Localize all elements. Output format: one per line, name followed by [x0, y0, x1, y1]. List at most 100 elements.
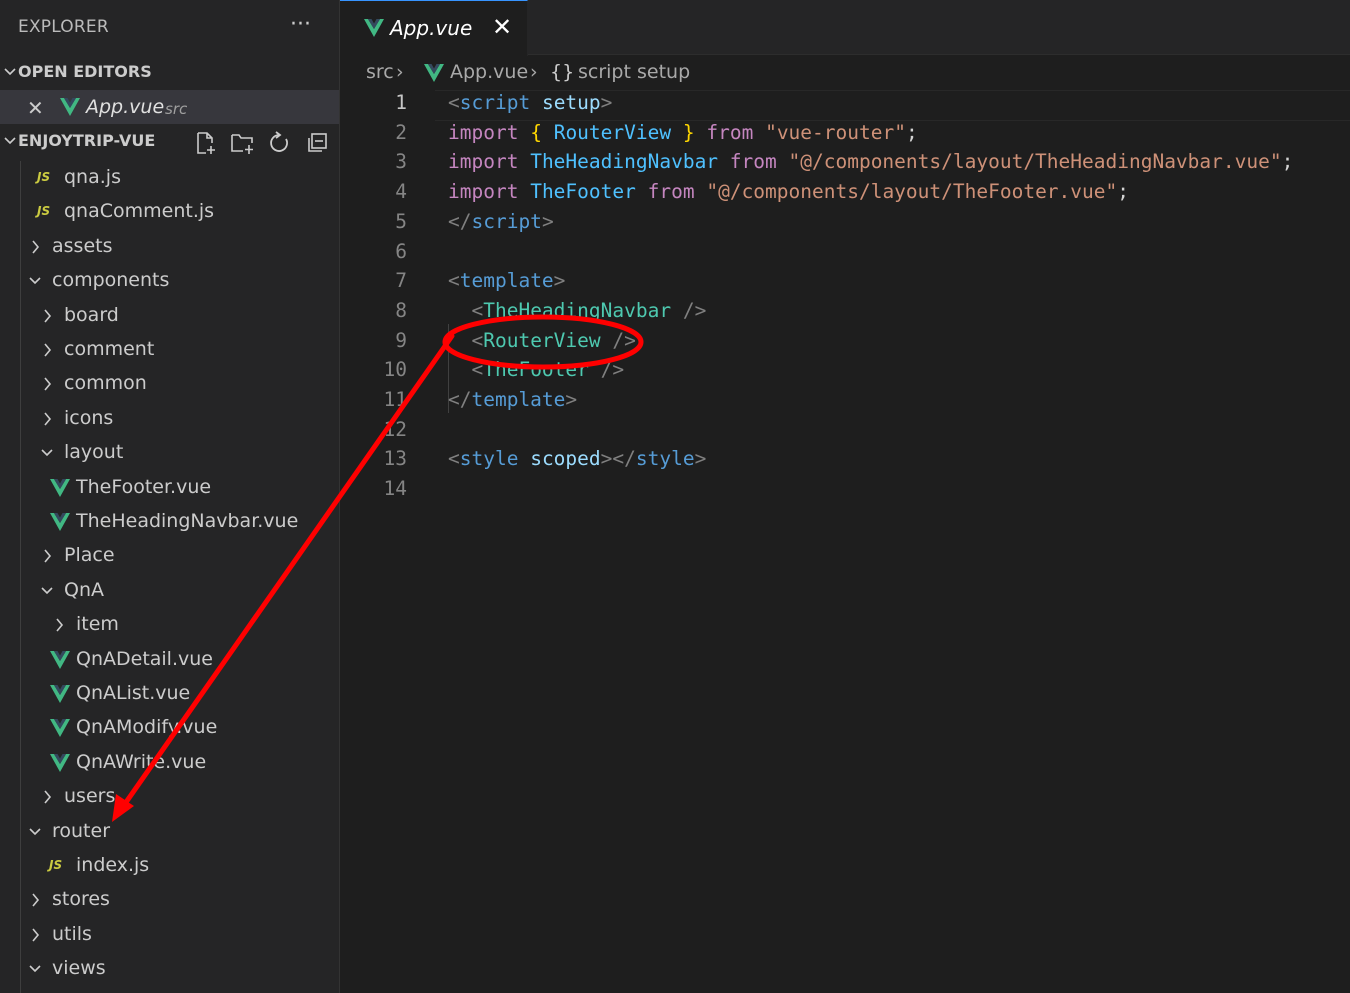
code-line: 6 — [340, 237, 1350, 267]
code-text: </script> — [448, 209, 554, 233]
braces-icon: {} — [550, 61, 575, 83]
code-text: import TheHeadingNavbar from "@/componen… — [448, 150, 1294, 174]
line-number: 14 — [383, 477, 407, 501]
line-number: 11 — [383, 388, 407, 411]
project-label: ENJOYTRIP-VUE — [18, 131, 156, 150]
vue-file-icon — [60, 98, 80, 116]
tab-app-vue[interactable]: App.vue ✕ — [340, 0, 528, 56]
new-file-icon[interactable] — [193, 131, 219, 155]
line-number: 5 — [395, 209, 407, 233]
code-line: 8 <TheHeadingNavbar /> — [340, 296, 1350, 326]
line-number: 7 — [395, 269, 407, 293]
refresh-icon[interactable] — [267, 131, 293, 155]
tree-item-item[interactable]: item — [0, 608, 339, 642]
code-line: 9 <RouterView /> — [340, 326, 1350, 356]
chevron-down-icon — [41, 449, 53, 457]
code-line: 5 </script> — [340, 207, 1350, 237]
breadcrumb-file[interactable]: App.vue — [450, 61, 528, 83]
chevron-right-icon — [32, 928, 40, 942]
chevron-right-icon — [32, 240, 40, 254]
code-text: </template> — [448, 388, 578, 411]
tree-item-label: QnA — [64, 578, 104, 601]
line-number: 13 — [383, 447, 407, 471]
tree-item-common[interactable]: common — [0, 367, 339, 401]
tree-item-views[interactable]: views — [0, 952, 339, 986]
tree-item-label: icons — [64, 406, 114, 429]
open-editor-dir: src — [165, 100, 188, 118]
chevron-right-icon — [44, 412, 52, 426]
tree-item-index-js[interactable]: JS index.js — [0, 849, 339, 883]
tree-item-theheadingnavbar-vue[interactable]: TheHeadingNavbar.vue — [0, 505, 339, 539]
tree-item-label: views — [52, 957, 106, 980]
new-folder-icon[interactable] — [230, 131, 256, 155]
tree-item-label: TheFooter.vue — [76, 475, 212, 498]
code-editor[interactable]: 1 <script setup> 2 import { RouterView } fr… — [340, 88, 1350, 993]
tree-item-label: stores — [52, 888, 110, 911]
vue-file-icon — [364, 19, 384, 37]
tree-item-qnawrite-vue[interactable]: QnAWrite.vue — [0, 746, 339, 780]
tree-item-place[interactable]: Place — [0, 539, 339, 573]
tree-item-thefooter-vue[interactable]: TheFooter.vue — [0, 471, 339, 505]
chevron-down-icon — [4, 137, 16, 145]
code-text: <TheFooter /> — [471, 358, 625, 382]
breadcrumb-folder[interactable]: src — [366, 61, 394, 83]
tree-item-users[interactable]: users — [0, 780, 339, 814]
tree-item-label: Place — [64, 544, 115, 567]
code-line: 13 <style scoped></style> — [340, 444, 1350, 474]
tree-item-label: comment — [64, 338, 155, 360]
tree-item-label: router — [52, 819, 111, 842]
code-text: import { RouterView } from "vue-router"; — [448, 120, 918, 144]
collapse-all-icon[interactable] — [305, 131, 331, 155]
breadcrumb: src › App.vue › {} script setup — [340, 58, 1350, 88]
tree-item-board[interactable]: board — [0, 299, 339, 333]
tree-item-qnalist-vue[interactable]: QnAList.vue — [0, 677, 339, 711]
vscode-window: EXPLORER ··· OPEN EDITORS ✕ App.vue src … — [0, 0, 1350, 993]
line-number: 9 — [395, 328, 407, 352]
tree-item-qnacomment-js[interactable]: JS qnaComment.js — [0, 195, 339, 229]
tree-item-qna-js[interactable]: JS qna.js — [0, 161, 339, 195]
tree-item-label: qnaComment.js — [64, 200, 215, 223]
tree-item-label: layout — [64, 441, 124, 464]
editor-pane: App.vue ✕ src › App.vue › {} script setu… — [340, 0, 1350, 993]
tree-item-assets[interactable]: assets — [0, 230, 339, 264]
js-file-icon: JS — [37, 170, 51, 184]
breadcrumb-symbol[interactable]: script setup — [578, 61, 690, 83]
tree-item-qnadetail-vue[interactable]: QnADetail.vue — [0, 643, 339, 677]
tree-item-label: QnAModify.vue — [76, 716, 218, 739]
tree-item-icons[interactable]: icons — [0, 402, 339, 436]
tree-item-qnamodify-vue[interactable]: QnAModify.vue — [0, 711, 339, 745]
open-editor-item-app-vue[interactable]: ✕ App.vue src — [0, 90, 339, 124]
line-number: 12 — [383, 417, 407, 441]
tree-item-components[interactable]: components — [0, 264, 339, 298]
chevron-right-icon — [32, 893, 40, 907]
line-number: 1 — [395, 91, 407, 114]
tree-item-utils[interactable]: utils — [0, 918, 339, 952]
tree-item-comment[interactable]: comment — [0, 333, 339, 367]
tree-item-label: components — [52, 269, 170, 292]
breadcrumb-separator: › — [530, 61, 538, 83]
explorer-header: EXPLORER ··· — [0, 0, 339, 56]
tab-close-icon[interactable]: ✕ — [492, 13, 512, 41]
tree-item-label: common — [64, 372, 147, 395]
tree-item-layout[interactable]: layout — [0, 436, 339, 470]
js-file-icon: JS — [37, 204, 51, 219]
open-editors-header[interactable]: OPEN EDITORS — [0, 56, 339, 90]
chevron-right-icon — [44, 309, 52, 323]
code-line: 7 <template> — [340, 266, 1350, 296]
open-editor-filename: App.vue — [86, 96, 165, 118]
js-file-icon: JS — [49, 858, 63, 872]
line-number: 8 — [395, 298, 407, 322]
tree-item-router[interactable]: router — [0, 815, 339, 849]
more-actions-icon[interactable]: ··· — [290, 12, 311, 37]
code-text: import TheFooter from "@/components/layo… — [448, 180, 1129, 204]
tree-item-label: item — [76, 613, 119, 636]
tree-item-label: QnADetail.vue — [76, 647, 213, 670]
tree-item-stores[interactable]: stores — [0, 883, 339, 917]
close-editor-icon[interactable]: ✕ — [27, 96, 44, 120]
chevron-right-icon — [44, 343, 52, 357]
code-line: 2 import { RouterView } from "vue-router"… — [340, 118, 1350, 148]
chevron-down-icon — [4, 68, 16, 76]
code-line: 4 import TheFooter from "@/components/lay… — [340, 177, 1350, 207]
tree-item-qna[interactable]: QnA — [0, 574, 339, 608]
tree-item-label: qna.js — [64, 166, 121, 188]
